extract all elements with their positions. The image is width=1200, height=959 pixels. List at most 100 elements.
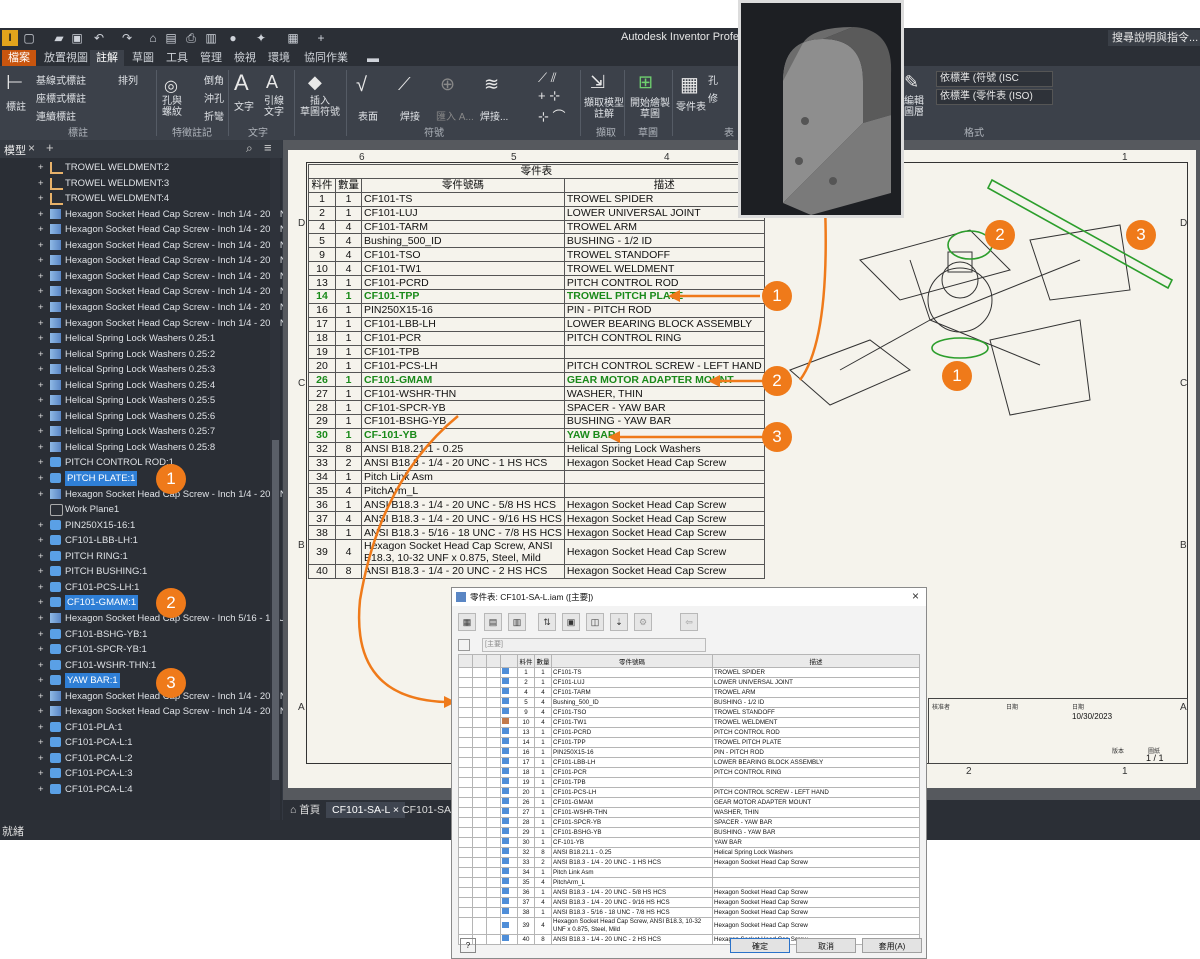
cancel-button[interactable]: 取消 (796, 938, 856, 953)
dialog-description-cell: PITCH CONTROL RING (712, 767, 920, 778)
dialog-table-row[interactable]: 27 1 CF101-WSHR-THN WASHER, THIN (458, 807, 920, 818)
dialog-table-row[interactable]: 29 1 CF101-BSHG-YB BUSHING - YAW BAR (458, 827, 920, 838)
dialog-check-cell[interactable] (458, 677, 473, 688)
dialog-check-cell[interactable] (458, 807, 473, 818)
dialog-status-cell (486, 807, 501, 818)
dialog-check-cell[interactable] (458, 897, 473, 908)
apply-button[interactable]: 套用(A) (862, 938, 922, 953)
dialog-table-row[interactable]: 4 4 CF101-TARM TROWEL ARM (458, 687, 920, 698)
dialog-override-cell (472, 667, 487, 678)
dialog-table-row[interactable]: 37 4 ANSI B18.3 - 1/4 - 20 UNC - 9/16 HS H… (458, 897, 920, 908)
dialog-check-cell[interactable] (458, 837, 473, 848)
dialog-table-row[interactable]: 34 1 Pitch Link Asm (458, 867, 920, 878)
dialog-table-row[interactable]: 39 4 Hexagon Socket Head Cap Screw, ANSI B… (458, 917, 920, 935)
help-button[interactable]: ? (460, 938, 476, 953)
dialog-icon-cell (500, 797, 518, 808)
dialog-description-cell: YAW BAR (712, 837, 920, 848)
dialog-header-item: 料件 (517, 654, 535, 668)
dialog-status-cell (486, 797, 501, 808)
dialog-status-cell (486, 917, 501, 935)
dialog-check-cell[interactable] (458, 757, 473, 768)
part-icon (502, 848, 509, 854)
dialog-table-row[interactable]: 13 1 CF101-PCRD PITCH CONTROL ROD (458, 727, 920, 738)
dialog-table-row[interactable]: 26 1 CF101-GMAM GEAR MOTOR ADAPTER MOUNT (458, 797, 920, 808)
dialog-check-cell[interactable] (458, 727, 473, 738)
dialog-check-cell[interactable] (458, 917, 473, 935)
dialog-table-row[interactable]: 30 1 CF-101-YB YAW BAR (458, 837, 920, 848)
dialog-item-cell: 29 (517, 827, 535, 838)
dialog-icon-cell (500, 687, 518, 698)
part-icon (502, 838, 509, 844)
dialog-table-row[interactable]: 28 1 CF101-SPCR-YB SPACER - YAW BAR (458, 817, 920, 828)
part-icon (502, 808, 509, 814)
dialog-override-cell (472, 747, 487, 758)
dialog-part-number-cell: CF101-TW1 (551, 717, 713, 728)
column-chooser-icon[interactable]: ▤ (484, 613, 502, 631)
dialog-check-cell[interactable] (458, 797, 473, 808)
dialog-table-row[interactable]: 19 1 CF101-TPB (458, 777, 920, 788)
callout-3-browser: 3 (156, 668, 186, 698)
dialog-check-cell[interactable] (458, 857, 473, 868)
dialog-check-cell[interactable] (458, 697, 473, 708)
ok-button[interactable]: 確定 (730, 938, 790, 953)
dialog-item-cell: 14 (517, 737, 535, 748)
bom-icon[interactable]: ⚙ (634, 613, 652, 631)
renumber-icon[interactable]: ⇣ (610, 613, 628, 631)
dialog-table-row[interactable]: 17 1 CF101-LBB-LH LOWER BEARING BLOCK ASSEM… (458, 757, 920, 768)
dialog-override-cell (472, 677, 487, 688)
dialog-table-row[interactable]: 1 1 CF101-TS TROWEL SPIDER (458, 667, 920, 678)
dialog-table-row[interactable]: 18 1 CF101-PCR PITCH CONTROL RING (458, 767, 920, 778)
dialog-part-number-cell: ANSI B18.3 - 5/16 - 18 UNC - 7/8 HS HCS (551, 907, 713, 918)
filter-icon[interactable] (458, 639, 470, 651)
dialog-item-cell: 39 (517, 917, 535, 935)
dialog-status-cell (486, 897, 501, 908)
dialog-table-row[interactable]: 33 2 ANSI B18.3 - 1/4 - 20 UNC - 1 HS HCS H… (458, 857, 920, 868)
dialog-check-cell[interactable] (458, 707, 473, 718)
dialog-check-cell[interactable] (458, 787, 473, 798)
dialog-table-row[interactable]: 36 1 ANSI B18.3 - 1/4 - 20 UNC - 5/8 HS HC… (458, 887, 920, 898)
dialog-override-cell (472, 687, 487, 698)
dialog-description-cell: LOWER UNIVERSAL JOINT (712, 677, 920, 688)
dialog-table-row[interactable]: 38 1 ANSI B18.3 - 5/16 - 18 UNC - 7/8 HS H… (458, 907, 920, 918)
dialog-table-row[interactable]: 14 1 CF101-TPP TROWEL PITCH PLATE (458, 737, 920, 748)
dialog-table-row[interactable]: 10 4 CF101-TW1 TROWEL WELDMENT (458, 717, 920, 728)
dialog-table-row[interactable]: 5 4 Bushing_500_ID BUSHING - 1/2 ID (458, 697, 920, 708)
group-settings-icon[interactable]: ▥ (508, 613, 526, 631)
dialog-override-cell (472, 767, 487, 778)
dialog-table-row[interactable]: 20 1 CF101-PCS-LH PITCH CONTROL SCREW - LEF… (458, 787, 920, 798)
export-icon[interactable]: ▣ (562, 613, 580, 631)
dialog-parts-table[interactable]: 料件 數量 零件號碼 描述 1 1 CF101-TS TROWEL SPIDER 2 1 C… (458, 654, 920, 945)
dialog-item-cell: 1 (517, 667, 535, 678)
dialog-check-cell[interactable] (458, 777, 473, 788)
dialog-check-cell[interactable] (458, 877, 473, 888)
dialog-check-cell[interactable] (458, 817, 473, 828)
dialog-check-cell[interactable] (458, 847, 473, 858)
dialog-check-cell[interactable] (458, 827, 473, 838)
dialog-item-cell: 10 (517, 717, 535, 728)
revert-icon[interactable]: ⇦ (680, 613, 698, 631)
dialog-check-cell[interactable] (458, 717, 473, 728)
member-select-icon[interactable]: ▦ (458, 613, 476, 631)
dialog-check-cell[interactable] (458, 687, 473, 698)
close-icon[interactable]: × (912, 589, 919, 603)
table-wrapping-icon[interactable]: ◫ (586, 613, 604, 631)
dialog-check-cell[interactable] (458, 867, 473, 878)
dialog-table-row[interactable]: 35 4 PitchArm_L (458, 877, 920, 888)
dialog-qty-cell: 1 (534, 827, 552, 838)
dialog-check-cell[interactable] (458, 667, 473, 678)
dialog-check-cell[interactable] (458, 737, 473, 748)
dialog-table-row[interactable]: 2 1 CF101-LUJ LOWER UNIVERSAL JOINT (458, 677, 920, 688)
member-filter-select[interactable]: [主要] (482, 638, 706, 652)
dialog-check-cell[interactable] (458, 767, 473, 778)
dialog-check-cell[interactable] (458, 907, 473, 918)
dialog-table-row[interactable]: 9 4 CF101-TSO TROWEL STANDOFF (458, 707, 920, 718)
dialog-part-number-cell: Hexagon Socket Head Cap Screw, ANSI B18.… (551, 917, 713, 935)
dialog-table-row[interactable]: 32 8 ANSI B18.21.1 - 0.25 Helical Spring Lo… (458, 847, 920, 858)
dialog-part-number-cell: CF101-GMAM (551, 797, 713, 808)
dialog-table-row[interactable]: 16 1 PIN250X15-16 PIN - PITCH ROD (458, 747, 920, 758)
gear-motor-adapter-mount-icon (783, 27, 892, 215)
dialog-check-cell[interactable] (458, 887, 473, 898)
part-icon (502, 921, 509, 928)
sort-icon[interactable]: ⇅ (538, 613, 556, 631)
dialog-check-cell[interactable] (458, 747, 473, 758)
